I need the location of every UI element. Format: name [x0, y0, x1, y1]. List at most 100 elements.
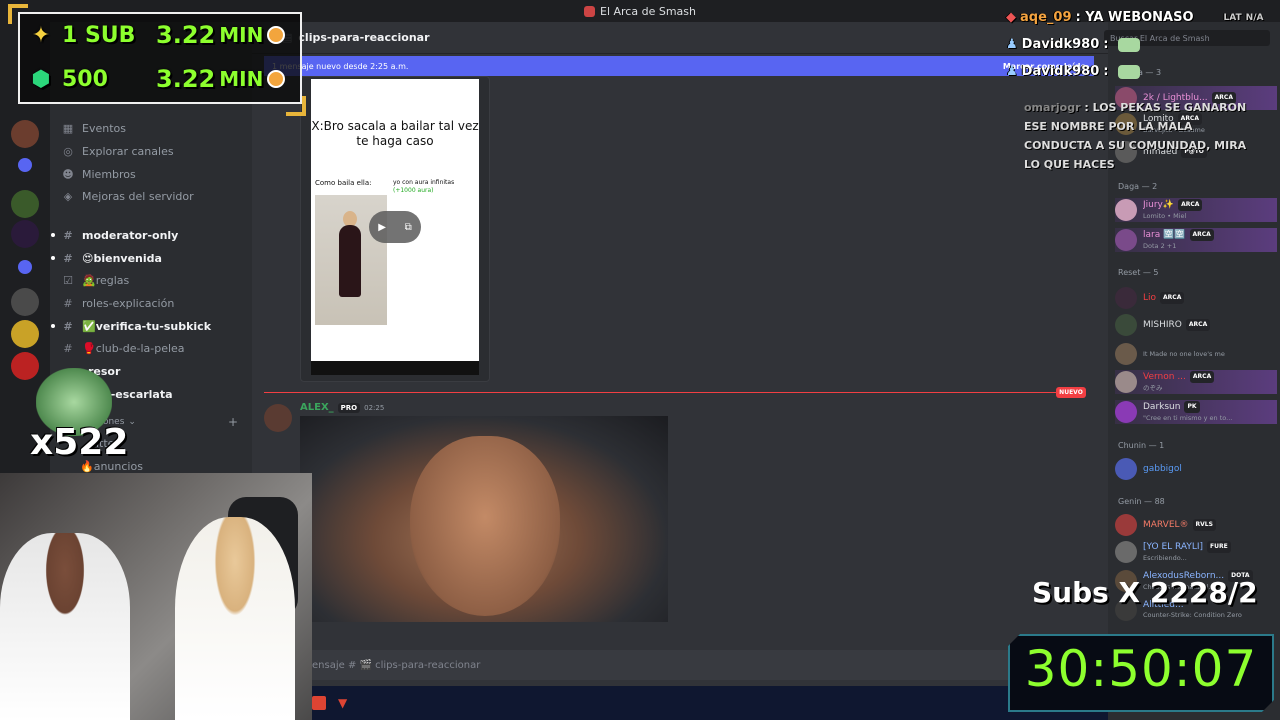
- chevron-down-icon: ⌄: [128, 417, 136, 427]
- channel-name: clips-para-reaccionar: [298, 31, 430, 44]
- message-input[interactable]: ensaje # 🎬 clips-para-reaccionar 🎁 ▣: [268, 650, 1098, 680]
- channel-moderator-only[interactable]: # moderator-only: [51, 225, 178, 245]
- members-icon: ☻: [62, 167, 74, 181]
- member-item[interactable]: It Made no one love's me: [1115, 342, 1277, 366]
- member-item[interactable]: Lio ARCA: [1115, 286, 1277, 310]
- channel-club[interactable]: # 🥊 club-de-la-pelea: [60, 338, 184, 358]
- sidebar-item-explorar[interactable]: ◎ Explorar canales: [60, 141, 173, 161]
- new-messages-divider: [264, 392, 1086, 393]
- folder-icon[interactable]: [18, 158, 32, 172]
- channel-bienvenida[interactable]: # 😍 bienvenida: [51, 248, 162, 268]
- hash-icon: #: [63, 319, 73, 333]
- unread-dot: [51, 233, 55, 237]
- chat-line: ♟ Davidk980 :: [1006, 64, 1141, 79]
- sidebar-item-mejoras[interactable]: ◈ Mejoras del servidor: [60, 186, 194, 206]
- badge-icon: ♟: [1006, 64, 1018, 79]
- message-image[interactable]: [300, 416, 668, 622]
- avatar: [1115, 287, 1137, 309]
- hash-icon: #: [63, 296, 73, 310]
- member-item[interactable]: Darksun PK "Cree en ti mismo y en to...: [1115, 400, 1277, 424]
- face-photo: [410, 436, 560, 616]
- unread-dot: [51, 256, 55, 260]
- avatar: [1115, 314, 1137, 336]
- star-icon: ✦: [31, 22, 51, 48]
- server-icon[interactable]: [11, 320, 39, 348]
- member-group-header: Reset — 5: [1118, 268, 1159, 277]
- streamer-figure: [0, 533, 130, 720]
- message-timestamp: 02:25: [364, 403, 385, 412]
- taskbar-app-icon[interactable]: ▼: [338, 696, 352, 710]
- badge-icon: ♟: [1006, 37, 1018, 52]
- member-item[interactable]: gabbigol: [1115, 457, 1277, 481]
- server-icon[interactable]: [11, 220, 39, 248]
- channel-reglas[interactable]: ☑ 🧟 reglas: [60, 270, 129, 290]
- sidebar-item-eventos[interactable]: ▦ Eventos: [60, 118, 126, 138]
- clip-controls-bar: [311, 361, 479, 375]
- kick-coin-icon: ⬢: [31, 66, 51, 92]
- hash-icon: #: [63, 228, 73, 242]
- channel-verifica[interactable]: # ✅ verifica-tu-subkick: [51, 316, 211, 336]
- clip-right-label: yo con aura infinitas (+1000 aura): [393, 179, 455, 194]
- clock-icon: [267, 26, 286, 44]
- new-messages-banner[interactable]: 1 mensaje nuevo desde 2:25 a.m. Marcar c…: [264, 56, 1094, 76]
- play-icon: ▶: [378, 221, 386, 233]
- member-item[interactable]: MARVEL® RVLS: [1115, 513, 1277, 537]
- avatar[interactable]: [264, 404, 292, 432]
- unread-dot: [51, 324, 55, 328]
- server-icon[interactable]: [11, 120, 39, 148]
- gift-emote-icon: [1118, 37, 1141, 52]
- gift-emote-icon: [1118, 64, 1141, 79]
- boost-icon: ◈: [63, 189, 73, 203]
- avatar: [1115, 401, 1137, 423]
- chat-line: ◆ aqe_09 : YA WEBONASO LAT N/A: [1006, 10, 1264, 25]
- channel-header: ▤ clips-para-reaccionar: [252, 22, 1108, 54]
- server-icon[interactable]: [11, 352, 39, 380]
- channel-roles[interactable]: # roles-explicación: [60, 293, 174, 313]
- overlay-corner: [8, 4, 28, 24]
- dancer-figure: [339, 225, 361, 297]
- sub-rate-row: ⬢ 500 3.22 MIN: [26, 64, 286, 94]
- avatar: [1115, 343, 1137, 365]
- chat-area: ▤ clips-para-reaccionar 1 mensaje nuevo …: [252, 22, 1108, 720]
- avatar: [1115, 229, 1137, 251]
- avatar: [1115, 371, 1137, 393]
- member-item[interactable]: Jiury✨ ARCA Lomito • Miel: [1115, 198, 1277, 222]
- member-item[interactable]: lara 🈳🈳 ARCA Dota 2 +1: [1115, 228, 1277, 252]
- sub-rate-overlay: ✦ 1 SUB 3.22 MIN ⬢ 500 3.22 MIN: [18, 12, 302, 104]
- subathon-timer: 30:50:07: [1024, 640, 1258, 698]
- taskbar-app-icon[interactable]: [312, 696, 326, 710]
- member-item[interactable]: MISHIRO ARCA: [1115, 313, 1277, 337]
- member-item[interactable]: [YO EL RAYLI] FURE Escribiendo...: [1115, 540, 1277, 564]
- play-button[interactable]: ▶ ⧉: [369, 211, 421, 243]
- sub-rate-row: ✦ 1 SUB 3.22 MIN: [26, 20, 286, 50]
- hash-icon: #: [63, 341, 73, 355]
- sidebar-item-miembros[interactable]: ☻ Miembros: [60, 164, 136, 184]
- folder-icon[interactable]: [18, 260, 32, 274]
- clip-attachment[interactable]: X:Bro sacala a bailar tal vez te haga ca…: [300, 76, 490, 382]
- rules-icon: ☑: [63, 273, 73, 287]
- webcam-feed: [0, 473, 312, 720]
- server-icon[interactable]: [11, 288, 39, 316]
- clip-caption: X:Bro sacala a bailar tal vez te haga ca…: [311, 119, 479, 148]
- badge-icon: ◆: [1006, 10, 1016, 25]
- window-title: El Arca de Smash: [600, 4, 696, 18]
- message-author[interactable]: ALEX_: [300, 402, 334, 413]
- clock-icon: [267, 70, 286, 88]
- hash-icon: #: [63, 251, 73, 265]
- member-group-header: Genin — 88: [1118, 497, 1165, 506]
- member-group-header: Daga — 2: [1118, 182, 1158, 191]
- add-channel-icon[interactable]: +: [228, 415, 238, 429]
- clip-left-label: Como baila ella:: [315, 179, 372, 187]
- subs-counter: Subs X 2228/2: [1032, 576, 1258, 609]
- compass-icon: ◎: [63, 144, 73, 158]
- avatar: [1115, 541, 1137, 563]
- member-group-header: Chunin — 1: [1118, 441, 1165, 450]
- server-icon[interactable]: [11, 190, 39, 218]
- member-item[interactable]: Vernon ... ARCA のぞみ: [1115, 370, 1277, 394]
- clip-thumbnail: X:Bro sacala a bailar tal vez te haga ca…: [311, 79, 479, 361]
- chat-line: ♟ Davidk980 :: [1006, 37, 1141, 52]
- popout-icon: ⧉: [404, 221, 412, 233]
- calendar-icon: ▦: [62, 121, 74, 135]
- chat-message: omarjogr : LOS PEKAS SE GANARON ESE NOMB…: [1024, 101, 1247, 171]
- server-logo-icon: [584, 5, 595, 17]
